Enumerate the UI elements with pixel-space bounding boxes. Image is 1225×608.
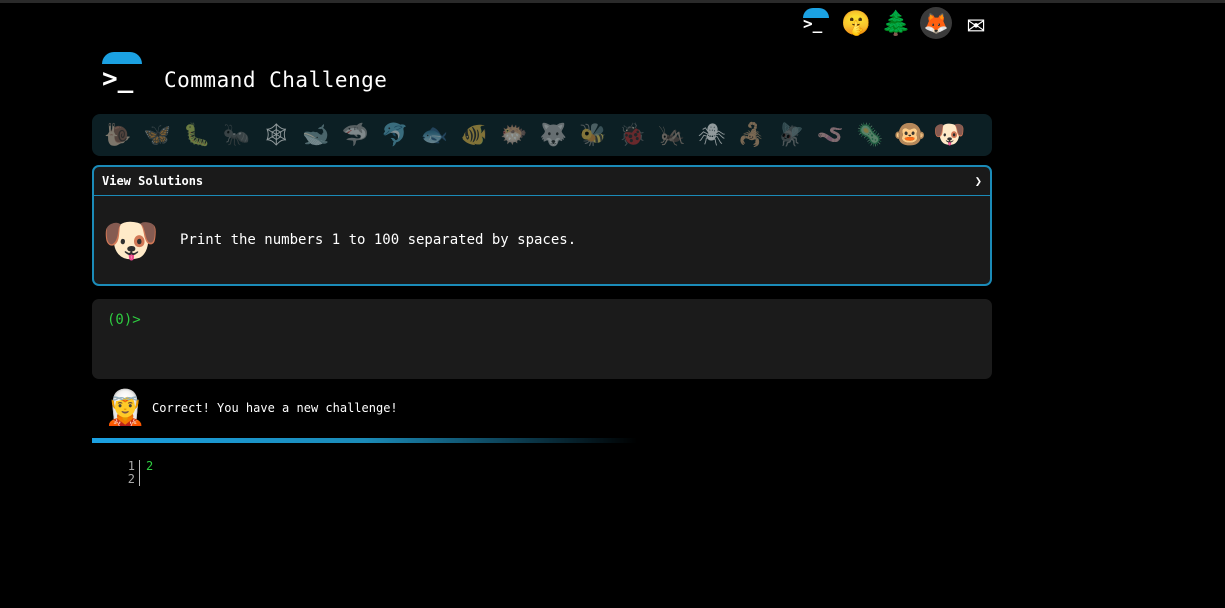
output-line: 2 (120, 473, 153, 486)
shark-icon[interactable]: 🦈 (336, 117, 376, 153)
line-text (140, 473, 146, 486)
elf-avatar-icon: 🧝 (104, 388, 147, 428)
dog-icon[interactable]: 🐶 (929, 117, 969, 153)
gitlab-icon[interactable]: 🦊 (916, 6, 956, 40)
top-border (0, 0, 1225, 3)
scorpion-icon[interactable]: 🦂 (732, 117, 772, 153)
dog-avatar-icon: 🐶 (102, 212, 160, 267)
progress-bar (92, 438, 637, 443)
tropical-fish-icon[interactable]: 🐠 (454, 117, 494, 153)
challenge-body: 🐶 Print the numbers 1 to 100 separated b… (94, 196, 990, 284)
challenge-description: Print the numbers 1 to 100 separated by … (180, 232, 577, 248)
terminal-icon[interactable]: >_ (796, 6, 836, 40)
output-line: 1 2 (120, 460, 153, 473)
dolphin-icon[interactable]: 🐬 (375, 117, 415, 153)
shushing-face-icon[interactable]: 🤫 (836, 6, 876, 40)
line-text: 2 (146, 459, 154, 473)
terminal-prompt: (0)> (107, 312, 141, 328)
feedback-text: Correct! You have a new challenge! (152, 401, 398, 415)
ant-icon[interactable]: 🐜 (217, 117, 257, 153)
monkey-icon[interactable]: 🐵 (890, 117, 930, 153)
wolf-icon[interactable]: 🐺 (534, 117, 574, 153)
snail-icon[interactable]: 🐌 (98, 117, 138, 153)
worm-icon[interactable]: 🪱 (811, 117, 851, 153)
challenge-panel: View Solutions ❯ 🐶 Print the numbers 1 t… (92, 165, 992, 286)
terminal-panel[interactable]: (0)> (92, 299, 992, 379)
whale-icon[interactable]: 🐋 (296, 117, 336, 153)
top-nav: >_ 🤫 🌲 🦊 ✉ (796, 6, 996, 41)
view-solutions-label: View Solutions (102, 174, 204, 188)
bee-icon[interactable]: 🐝 (573, 117, 613, 153)
command-input[interactable] (149, 311, 850, 329)
fly-icon[interactable]: 🪰 (771, 117, 811, 153)
line-number: 2 (120, 473, 140, 486)
gitlab-fox-glyph: 🦊 (923, 11, 949, 35)
feedback-message: 🧝 Correct! You have a new challenge! (104, 388, 398, 428)
challenge-level-bar: 🐌 🦋 🐛 🐜 🕸 🐋 🦈 🐬 🐟 🐠 🐡 🐺 🐝 🐞 🦗 🕷 🦂 🪰 🪱 🦠 🐵 🐶 (92, 114, 992, 156)
blowfish-icon[interactable]: 🐡 (494, 117, 534, 153)
command-output: 1 2 2 (120, 460, 153, 486)
cricket-icon[interactable]: 🦗 (652, 117, 692, 153)
microbe-icon[interactable]: 🦠 (850, 117, 890, 153)
envelope-icon[interactable]: ✉ (956, 6, 996, 41)
butterfly-icon[interactable]: 🦋 (138, 117, 178, 153)
chevron-right-icon[interactable]: ❯ (975, 174, 982, 188)
tree-icon[interactable]: 🌲 (876, 6, 916, 40)
caterpillar-icon[interactable]: 🐛 (177, 117, 217, 153)
view-solutions-toggle[interactable]: View Solutions ❯ (94, 167, 990, 196)
page-title: Command Challenge (164, 68, 388, 92)
ladybug-icon[interactable]: 🐞 (613, 117, 653, 153)
fish-icon[interactable]: 🐟 (415, 117, 455, 153)
logo-icon[interactable]: >_ (100, 52, 144, 96)
spider-web-icon[interactable]: 🕸 (256, 117, 296, 153)
spider-icon[interactable]: 🕷 (692, 117, 732, 153)
logo-prompt: >_ (102, 64, 134, 94)
